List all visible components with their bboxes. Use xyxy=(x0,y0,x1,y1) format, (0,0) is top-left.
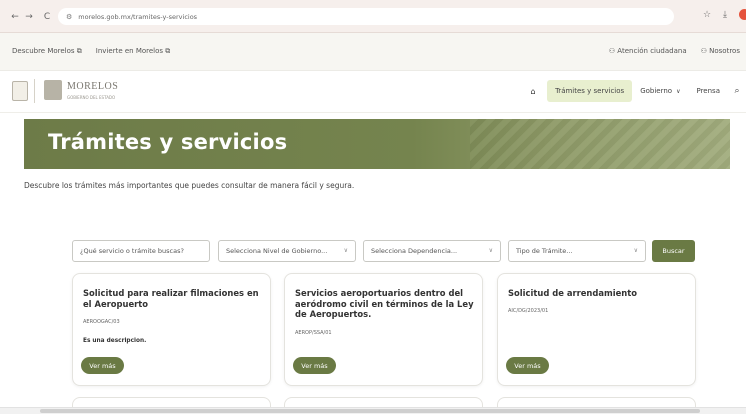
card-code: AIC/DG/2023/01 xyxy=(508,308,549,314)
user-icon: ⚇ xyxy=(700,47,707,55)
profile-avatar-icon[interactable] xyxy=(739,9,746,20)
forward-icon[interactable]: → xyxy=(22,10,36,24)
tipo-tramite-select[interactable]: Tipo de Trámite... ∨ xyxy=(508,240,646,262)
nav-prensa[interactable]: Prensa xyxy=(688,80,728,102)
url-text: morelos.gob.mx/tramites-y-servicios xyxy=(78,12,198,21)
morelos-logo-icon[interactable] xyxy=(44,80,62,100)
reload-icon[interactable]: C xyxy=(40,10,54,24)
utility-bar: Descubre Morelos ⧉ Invierte en Morelos ⧉… xyxy=(0,33,746,71)
nivel-gobierno-select[interactable]: Selecciona Nivel de Gobierno... ∨ xyxy=(218,240,356,262)
tramite-card: Solicitud para realizar filmaciones en e… xyxy=(72,273,271,386)
nav-tramites[interactable]: Trámites y servicios xyxy=(547,80,633,102)
chevron-down-icon: ∨ xyxy=(633,247,638,254)
atencion-ciudadana-link[interactable]: ⚇ Atención ciudadana xyxy=(609,47,687,55)
address-bar[interactable]: ⚙ morelos.gob.mx/tramites-y-servicios xyxy=(58,8,674,25)
descubre-morelos-link[interactable]: Descubre Morelos ⧉ xyxy=(12,47,82,56)
ver-mas-button[interactable]: Ver más xyxy=(293,357,336,374)
nav-gobierno[interactable]: Gobierno ∨ xyxy=(632,80,688,102)
ver-mas-button[interactable]: Ver más xyxy=(81,357,124,374)
tramite-card: Solicitud de arrendamiento AIC/DG/2023/0… xyxy=(497,273,696,386)
dependencia-select[interactable]: Selecciona Dependencia... ∨ xyxy=(363,240,501,262)
download-icon[interactable]: ⤓ xyxy=(723,10,727,20)
main-nav: ⌂ Trámites y servicios Gobierno ∨ Prensa … xyxy=(521,80,746,102)
bookmark-star-icon[interactable]: ☆ xyxy=(703,10,711,20)
intro-text: Descubre los trámites más importantes qu… xyxy=(24,181,355,190)
invierte-morelos-link[interactable]: Invierte en Morelos ⧉ xyxy=(96,47,170,56)
card-description: Es una descripcion. xyxy=(83,338,147,344)
main-header: MORELOS GOBIERNO DEL ESTADO ⌂ Trámites y… xyxy=(0,71,746,113)
search-icon[interactable]: ⌕ xyxy=(728,86,746,96)
card-title: Servicios aeroportuarios dentro del aeró… xyxy=(295,288,474,319)
chevron-down-icon: ∨ xyxy=(676,87,681,95)
external-link-icon: ⧉ xyxy=(165,47,171,55)
chevron-down-icon: ∨ xyxy=(343,247,348,254)
chevron-down-icon: ∨ xyxy=(488,247,493,254)
state-seal-icon xyxy=(12,81,28,101)
nosotros-link[interactable]: ⚇ Nosotros xyxy=(701,47,740,55)
back-icon[interactable]: ← xyxy=(8,10,22,24)
card-title: Solicitud para realizar filmaciones en e… xyxy=(83,288,259,309)
hero-banner: Trámites y servicios xyxy=(24,119,730,169)
card-code: AEROOGAC/03 xyxy=(83,319,120,325)
user-icon: ⚇ xyxy=(608,47,616,55)
browser-toolbar: ← → C ⚙ morelos.gob.mx/tramites-y-servic… xyxy=(0,0,746,33)
scrollbar-thumb[interactable] xyxy=(40,409,700,413)
search-input[interactable]: ¿Qué servicio o trámite buscas? xyxy=(72,240,210,262)
external-link-icon: ⧉ xyxy=(76,47,82,55)
page-title: Trámites y servicios xyxy=(48,130,288,154)
site-info-icon[interactable]: ⚙ xyxy=(66,13,72,21)
logo-subtext: GOBIERNO DEL ESTADO xyxy=(67,95,116,100)
tramite-card: Servicios aeroportuarios dentro del aeró… xyxy=(284,273,483,386)
home-icon[interactable]: ⌂ xyxy=(521,87,545,96)
logo-text[interactable]: MORELOS xyxy=(67,81,118,92)
buscar-button[interactable]: Buscar xyxy=(652,240,695,262)
card-code: AEROP/SSA/01 xyxy=(295,330,332,336)
logo-divider xyxy=(34,79,35,103)
ver-mas-button[interactable]: Ver más xyxy=(506,357,549,374)
card-title: Solicitud de arrendamiento xyxy=(508,288,638,298)
